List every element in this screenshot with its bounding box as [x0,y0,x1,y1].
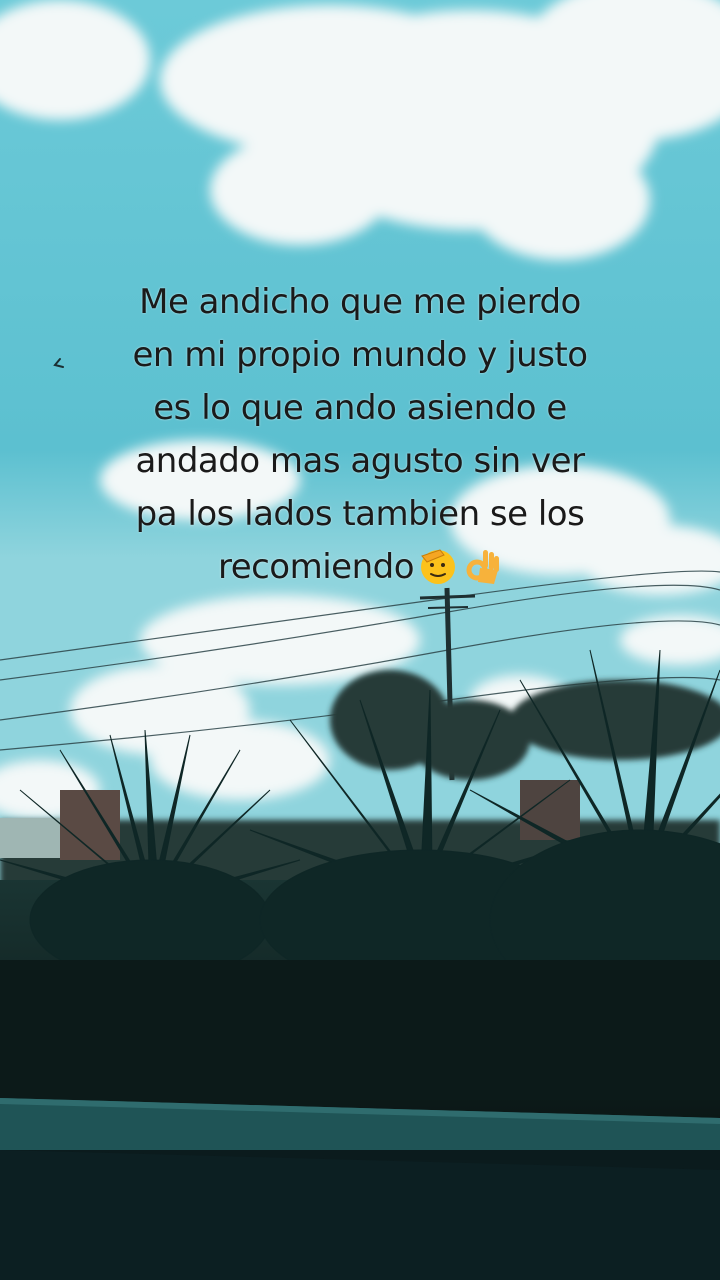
ok-hand-emoji-icon [466,550,500,584]
caption-line: en mi propio mundo y justo [132,335,588,375]
caption-line: andado mas agusto sin ver [135,441,585,481]
caption-line: pa los lados tambien se los [135,494,585,534]
window-ledge [0,1098,720,1280]
caption-line: recomiendo [217,547,415,587]
caption-line: Me andicho que me pierdo [139,282,581,322]
background-photo [0,0,720,1280]
saluting-face-emoji-icon [421,549,456,584]
caption-last-line: recomiendo [90,541,630,594]
story-caption: Me andicho que me pierdo en mi propio mu… [90,276,630,594]
caption-line: es lo que ando asiendo e [153,388,567,428]
story-scene: Me andicho que me pierdo en mi propio mu… [0,0,720,1280]
bird-icon [53,358,64,368]
